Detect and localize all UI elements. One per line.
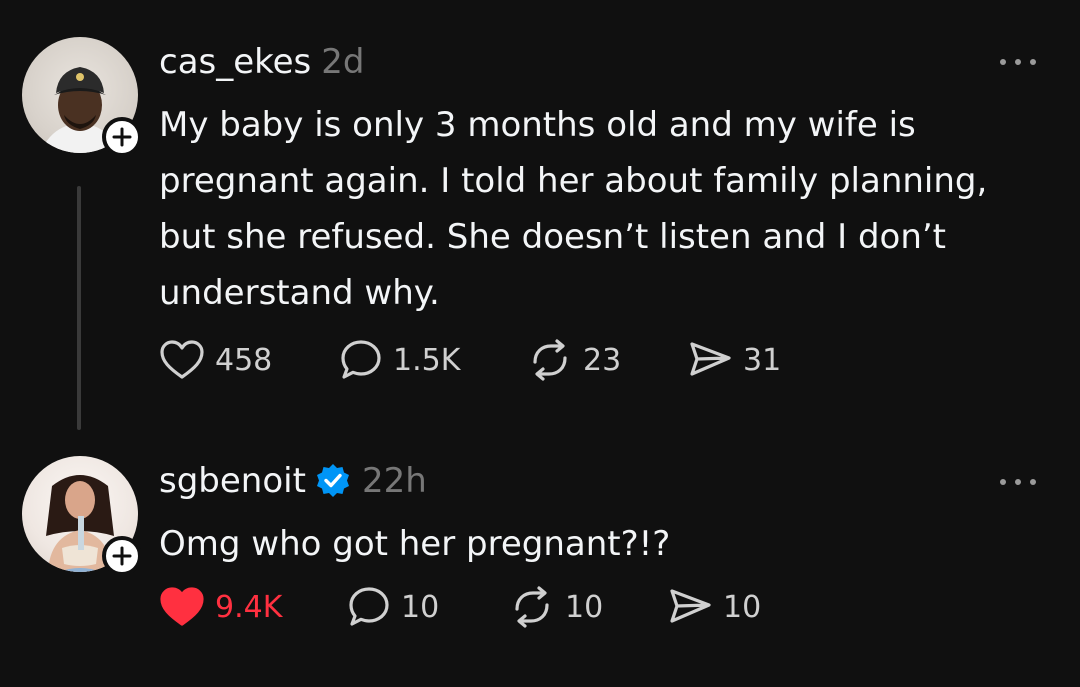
heart-filled-icon	[160, 587, 204, 626]
username[interactable]: cas_ekes	[159, 40, 311, 84]
share-button[interactable]: 10	[667, 585, 761, 629]
post-text: My baby is only 3 months old and my wife…	[159, 105, 988, 313]
like-count: 458	[215, 342, 273, 378]
thread-view: cas_ekes 2d My baby is only 3 months old…	[0, 0, 1080, 687]
repost-button[interactable]: 23	[527, 338, 621, 382]
reply-count: 1.5K	[393, 342, 461, 378]
post-header: sgbenoit 22h	[159, 459, 427, 503]
plus-icon	[112, 127, 132, 147]
username[interactable]: sgbenoit	[159, 459, 306, 503]
reply-count: 10	[401, 589, 440, 625]
timestamp[interactable]: 22h	[362, 459, 427, 503]
send-icon	[690, 342, 731, 376]
reply-post: sgbenoit 22h Omg who got her pregnant?!?…	[0, 445, 1080, 687]
share-button[interactable]: 31	[687, 338, 781, 382]
repost-icon	[515, 586, 549, 628]
more-options-icon[interactable]	[1000, 476, 1036, 488]
follow-button[interactable]	[102, 117, 142, 157]
send-icon	[670, 589, 711, 623]
follow-button[interactable]	[102, 536, 142, 576]
more-options-icon[interactable]	[1000, 56, 1036, 68]
repost-icon	[533, 339, 567, 381]
comment-icon	[341, 340, 381, 379]
share-count: 31	[743, 342, 782, 378]
avatar-container[interactable]	[22, 37, 142, 157]
timestamp[interactable]: 2d	[321, 40, 364, 84]
share-count: 10	[723, 589, 762, 625]
repost-count: 10	[565, 589, 604, 625]
reply-button[interactable]: 1.5K	[339, 338, 460, 382]
post: cas_ekes 2d My baby is only 3 months old…	[0, 0, 1080, 445]
plus-icon	[112, 546, 132, 566]
like-count: 9.4K	[215, 589, 283, 625]
repost-button[interactable]: 10	[509, 585, 603, 629]
post-text: Omg who got her pregnant?!?	[159, 524, 671, 564]
verified-badge-icon	[314, 462, 352, 500]
thread-connector-line	[77, 186, 81, 430]
heart-icon	[160, 340, 204, 379]
avatar-container[interactable]	[22, 456, 142, 576]
comment-icon	[349, 587, 389, 626]
reply-button[interactable]: 10	[347, 585, 439, 629]
like-button[interactable]: 458	[159, 339, 272, 381]
post-header: cas_ekes 2d	[159, 40, 365, 84]
repost-count: 23	[583, 342, 622, 378]
like-button[interactable]: 9.4K	[159, 586, 282, 628]
